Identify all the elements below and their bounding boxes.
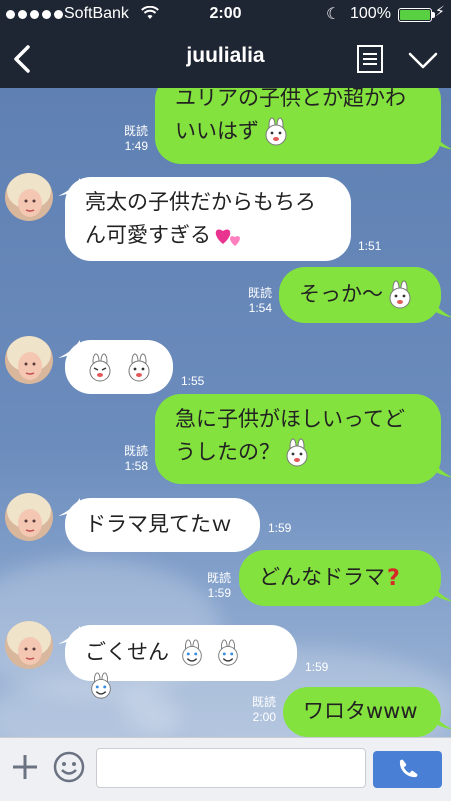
menu-toggle-button[interactable] bbox=[406, 46, 440, 74]
sent-message-bubble[interactable]: どんなドラマ? bbox=[239, 550, 441, 606]
message-meta: 既読 2:00 bbox=[251, 695, 276, 724]
contact-avatar[interactable] bbox=[5, 173, 53, 221]
cony-sticker-icon bbox=[178, 639, 206, 667]
contact-avatar[interactable] bbox=[5, 336, 53, 384]
sent-message-bubble[interactable]: ユリアの子供とか超かわ いいはず bbox=[155, 88, 441, 164]
received-message-bubble[interactable]: 亮太の子供だからもちろ ん可愛すぎる bbox=[65, 177, 351, 261]
contact-avatar[interactable] bbox=[5, 493, 53, 541]
do-not-disturb-moon-icon: ☾ bbox=[326, 4, 341, 23]
cony-sticker-icon bbox=[87, 672, 115, 700]
message-time: 1:55 bbox=[181, 374, 205, 388]
cony-sticker-icon bbox=[385, 280, 415, 310]
message-input[interactable] bbox=[96, 748, 366, 788]
message-meta: 既読 1:54 bbox=[247, 286, 272, 315]
red-question-mark-icon: ? bbox=[387, 565, 400, 591]
two-hearts-icon bbox=[213, 224, 243, 248]
chat-header: juulialia bbox=[0, 30, 451, 88]
attach-button[interactable] bbox=[10, 752, 40, 782]
notes-button[interactable] bbox=[356, 44, 384, 74]
sent-message-bubble[interactable]: そっか〜 bbox=[279, 267, 441, 323]
charging-bolt-icon: ⚡ bbox=[435, 4, 445, 20]
message-list[interactable]: 既読 1:49 ユリアの子供とか超かわ いいはず 亮太の子供だからもちろ ん可愛す… bbox=[0, 88, 451, 737]
cony-sticker-icon bbox=[282, 438, 312, 468]
cony-sticker-icon bbox=[85, 353, 115, 383]
message-time: 1:51 bbox=[358, 239, 382, 253]
call-button[interactable] bbox=[373, 751, 442, 788]
status-bar: SoftBank 2:00 ☾ 100% ⚡ bbox=[0, 0, 451, 30]
cony-sticker-icon bbox=[124, 353, 154, 383]
phone-icon bbox=[399, 759, 418, 778]
message-time: 1:59 bbox=[268, 521, 292, 535]
sent-message-bubble[interactable]: 急に子供がほしいってど うしたの？ bbox=[155, 394, 441, 484]
battery-percent: 100% bbox=[350, 5, 391, 22]
sent-message-bubble[interactable]: ワロタwww bbox=[283, 687, 441, 737]
chevron-down-icon bbox=[408, 52, 438, 69]
message-meta: 既読 1:49 bbox=[123, 124, 148, 153]
message-input-bar bbox=[0, 737, 451, 801]
received-message-bubble[interactable] bbox=[65, 340, 173, 394]
cony-sticker-icon bbox=[214, 639, 242, 667]
plus-icon bbox=[13, 755, 37, 779]
message-meta: 既読 1:58 bbox=[123, 444, 148, 473]
message-time: 1:59 bbox=[305, 660, 329, 674]
received-message-bubble[interactable]: ごくせん bbox=[65, 625, 297, 699]
sticker-button[interactable] bbox=[53, 751, 85, 783]
cony-sticker-icon bbox=[261, 117, 291, 147]
message-meta: 既読 1:59 bbox=[206, 571, 231, 600]
battery-icon bbox=[398, 8, 435, 22]
note-list-icon bbox=[357, 45, 383, 73]
received-message-bubble[interactable]: ドラマ見てたｗ bbox=[65, 498, 260, 552]
contact-avatar[interactable] bbox=[5, 621, 53, 669]
smiley-icon bbox=[53, 751, 85, 783]
